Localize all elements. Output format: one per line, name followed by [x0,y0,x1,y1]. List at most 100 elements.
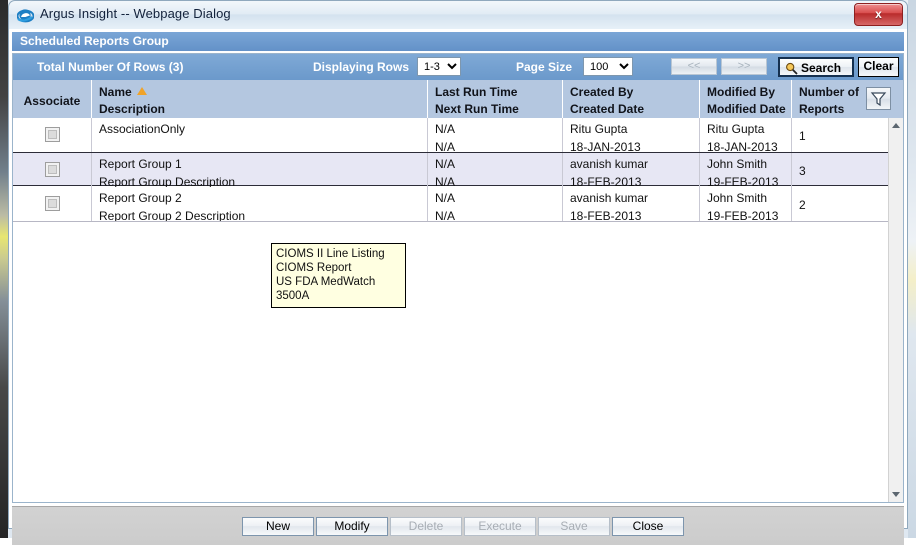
row-description: Report Group Description [99,175,236,187]
associate-checkbox[interactable] [45,127,60,142]
column-header-description-label: Description [99,102,166,116]
row-created-date: 18-FEB-2013 [570,175,642,187]
search-icon [785,62,798,75]
funnel-icon [867,92,890,113]
row-modified-date: 18-JAN-2013 [707,140,778,152]
row-modified-cell: John Smith 19-FEB-2013 [700,153,792,187]
window-left-edge-strip [0,0,8,538]
column-header-number-of-reports-line1: Number of [799,85,859,99]
row-next-run-time: N/A [435,140,456,152]
close-button[interactable]: Close [612,517,684,536]
column-header-associate-label: Associate [23,94,81,108]
scheduled-reports-grid-panel: Total Number Of Rows (3) Displaying Rows… [12,53,904,503]
sort-ascending-icon [136,87,147,95]
column-header-created-date-label: Created Date [570,102,645,116]
section-title: Scheduled Reports Group [20,34,169,48]
chevron-up-icon [892,123,900,128]
row-name-cell: Report Group 2 Report Group 2 Descriptio… [92,187,428,221]
displaying-rows-select[interactable]: 1-3 [417,57,461,76]
column-header-last-run-time[interactable]: Last Run Time Next Run Time [428,80,563,118]
row-created-cell: Ritu Gupta 18-JAN-2013 [563,118,700,152]
next-page-button[interactable]: >> [721,58,767,75]
dialog-client-area: Scheduled Reports Group Total Number Of … [8,29,908,545]
associate-checkbox[interactable] [45,196,60,211]
dialog-window: Argus Insight -- Webpage Dialog x Schedu… [0,0,916,545]
row-next-run-time: N/A [435,175,456,187]
scroll-up-button[interactable] [889,118,903,133]
page-size-label: Page Size [516,60,573,74]
total-rows-label: Total Number Of Rows (3) [37,60,184,74]
tooltip-line-3: US FDA MedWatch 3500A [276,276,376,302]
scroll-down-button[interactable] [889,487,903,502]
row-number-of-reports-cell: 2 [792,187,888,221]
table-row[interactable]: AssociationOnly N/A N/A Ritu Gupta 18-JA… [13,118,888,152]
column-header-associate[interactable]: Associate [13,80,92,118]
table-row[interactable]: Report Group 1 Report Group Description … [13,152,888,187]
row-created-date: 18-FEB-2013 [570,209,642,221]
column-header-created-by[interactable]: Created By Created Date [563,80,700,118]
reports-tooltip: CIOMS II Line Listing CIOMS Report US FD… [271,243,406,308]
tooltip-line-1: CIOMS II Line Listing [276,248,385,260]
row-number-of-reports: 1 [799,129,806,143]
row-run-time-cell: N/A N/A [428,153,563,187]
column-header-modified-by-label: Modified By [707,85,775,99]
previous-page-button[interactable]: << [671,58,717,75]
row-name: Report Group 1 [99,157,182,171]
column-header-name-label: Name [99,85,132,99]
column-header-created-by-label: Created By [570,85,634,99]
displaying-rows-label: Displaying Rows [313,60,410,74]
save-button: Save [538,517,610,536]
table-row[interactable]: Report Group 2 Report Group 2 Descriptio… [13,187,888,221]
checkbox-inner [48,130,57,139]
row-modified-cell: John Smith 19-FEB-2013 [700,187,792,221]
window-title: Argus Insight -- Webpage Dialog [40,6,231,21]
row-number-of-reports-cell: 1 [792,118,888,152]
row-associate-cell [13,153,92,187]
grid-vertical-scrollbar[interactable] [888,118,903,502]
grid-toolbar: Total Number Of Rows (3) Displaying Rows… [13,54,903,80]
column-header-last-run-time-label: Last Run Time [435,85,518,99]
page-size-select[interactable]: 100 [583,57,633,76]
checkbox-inner [48,165,57,174]
row-created-cell: avanish kumar 18-FEB-2013 [563,153,700,187]
internet-explorer-icon [16,7,35,24]
grid-body: AssociationOnly N/A N/A Ritu Gupta 18-JA… [13,118,888,502]
row-name: AssociationOnly [99,122,186,136]
row-modified-by: John Smith [707,157,768,171]
row-next-run-time: N/A [435,209,456,221]
new-button[interactable]: New [242,517,314,536]
window-close-button[interactable]: x [854,3,903,26]
row-created-by: Ritu Gupta [570,122,628,136]
chevron-down-icon [892,492,900,497]
column-header-modified-by[interactable]: Modified By Modified Date [700,80,792,118]
search-button-label: Search [801,61,842,75]
row-number-of-reports-cell: 3 [792,153,888,187]
tooltip-line-2: CIOMS Report [276,262,352,274]
associate-checkbox[interactable] [45,162,60,177]
dialog-footer: New Modify Delete Execute Save Close [12,506,904,545]
row-created-cell: avanish kumar 18-FEB-2013 [563,187,700,221]
row-last-run-time: N/A [435,122,456,136]
row-run-time-cell: N/A N/A [428,118,563,152]
row-name-cell: Report Group 1 Report Group Description [92,153,428,187]
row-modified-date: 19-FEB-2013 [707,209,779,221]
clear-button[interactable]: Clear [858,57,899,77]
row-description: Report Group 2 Description [99,209,246,221]
column-header-name[interactable]: Name Description [92,80,428,118]
filter-button[interactable] [866,87,891,110]
row-modified-by: Ritu Gupta [707,122,765,136]
row-number-of-reports: 2 [799,198,806,212]
row-associate-cell [13,187,92,221]
grid-header-row: Associate Name Description Last Run Time… [13,80,903,119]
row-name-cell: AssociationOnly [92,118,428,152]
column-header-modified-date-label: Modified Date [707,102,786,116]
execute-button: Execute [464,517,536,536]
row-created-by: avanish kumar [570,191,649,205]
row-last-run-time: N/A [435,157,456,171]
modify-button[interactable]: Modify [316,517,388,536]
section-header: Scheduled Reports Group [12,32,904,51]
row-associate-cell [13,118,92,152]
search-button[interactable]: Search [778,57,854,77]
row-run-time-cell: N/A N/A [428,187,563,221]
row-last-run-time: N/A [435,191,456,205]
